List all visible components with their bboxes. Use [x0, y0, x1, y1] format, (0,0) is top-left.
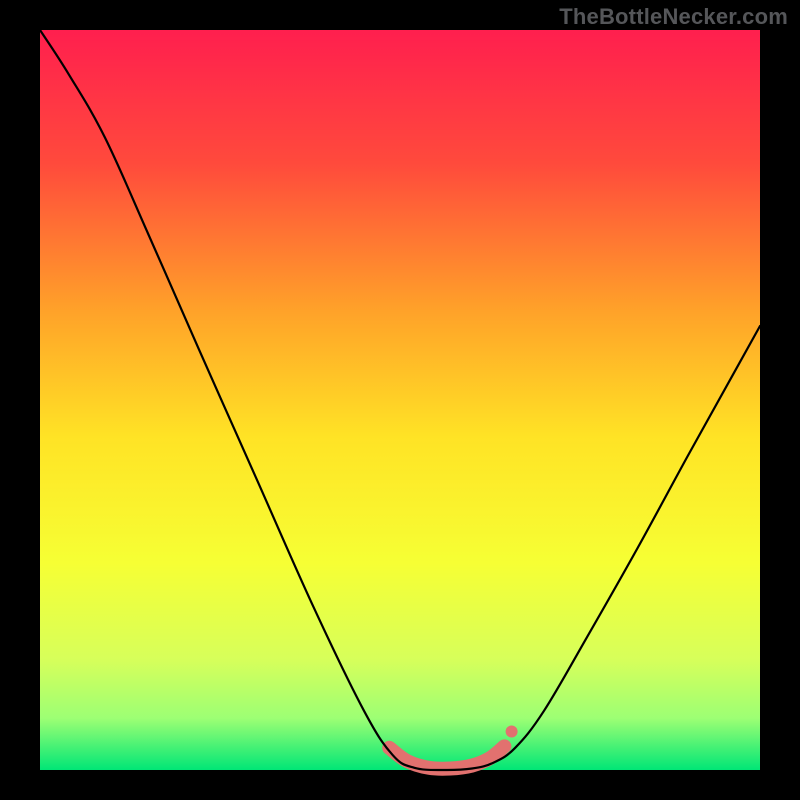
- chart-frame: TheBottleNecker.com: [0, 0, 800, 800]
- plot-background: [40, 30, 760, 770]
- chart-svg: [0, 0, 800, 800]
- highlight-dot: [506, 726, 518, 738]
